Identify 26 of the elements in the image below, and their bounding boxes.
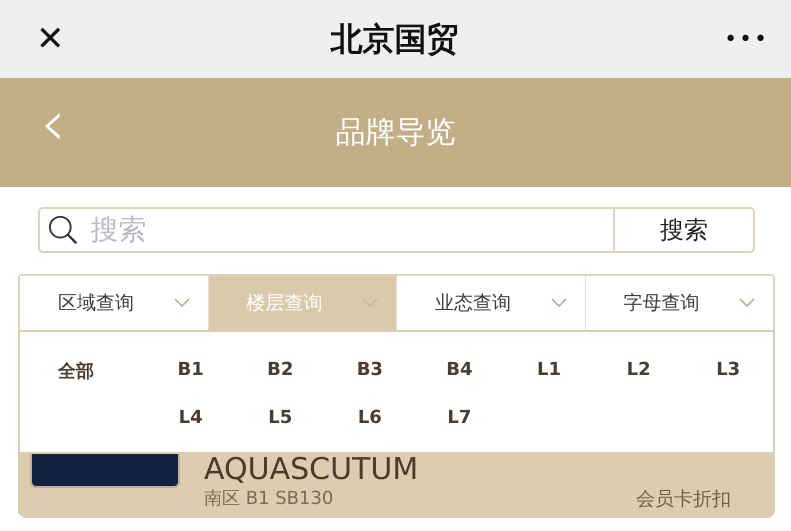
- search-field[interactable]: 搜索: [38, 207, 613, 253]
- window-title: 北京国贸: [330, 19, 458, 60]
- floor-option[interactable]: L5: [268, 407, 292, 428]
- floor-option[interactable]: L2: [626, 359, 651, 380]
- page-title: 品牌导览: [336, 114, 456, 152]
- chevron-down-icon: [550, 298, 566, 308]
- discount-tag: 会员卡折扣: [636, 488, 731, 510]
- more-button[interactable]: •••: [724, 22, 769, 56]
- floor-option[interactable]: B2: [267, 359, 294, 380]
- floor-option[interactable]: L1: [537, 359, 562, 380]
- brand-location: 南区 B1 SB130: [204, 488, 334, 510]
- floor-option[interactable]: B3: [356, 359, 383, 380]
- chevron-down-icon: [739, 298, 755, 308]
- floor-option[interactable]: L3: [716, 359, 740, 380]
- filter-tab[interactable]: 区域查询: [20, 276, 208, 330]
- floor-option[interactable]: L4: [178, 407, 203, 428]
- floor-option[interactable]: L6: [358, 407, 382, 428]
- floor-option[interactable]: L7: [447, 407, 472, 428]
- chevron-down-icon: [174, 298, 190, 308]
- floor-option[interactable]: B1: [178, 359, 204, 380]
- brand-name: AQUASCUTUM: [204, 455, 420, 485]
- close-button[interactable]: ✕: [36, 22, 64, 56]
- search-button[interactable]: 搜索: [613, 207, 755, 253]
- search-icon: [48, 214, 78, 246]
- floor-option[interactable]: B4: [446, 359, 473, 380]
- search-input[interactable]: 搜索: [78, 209, 613, 251]
